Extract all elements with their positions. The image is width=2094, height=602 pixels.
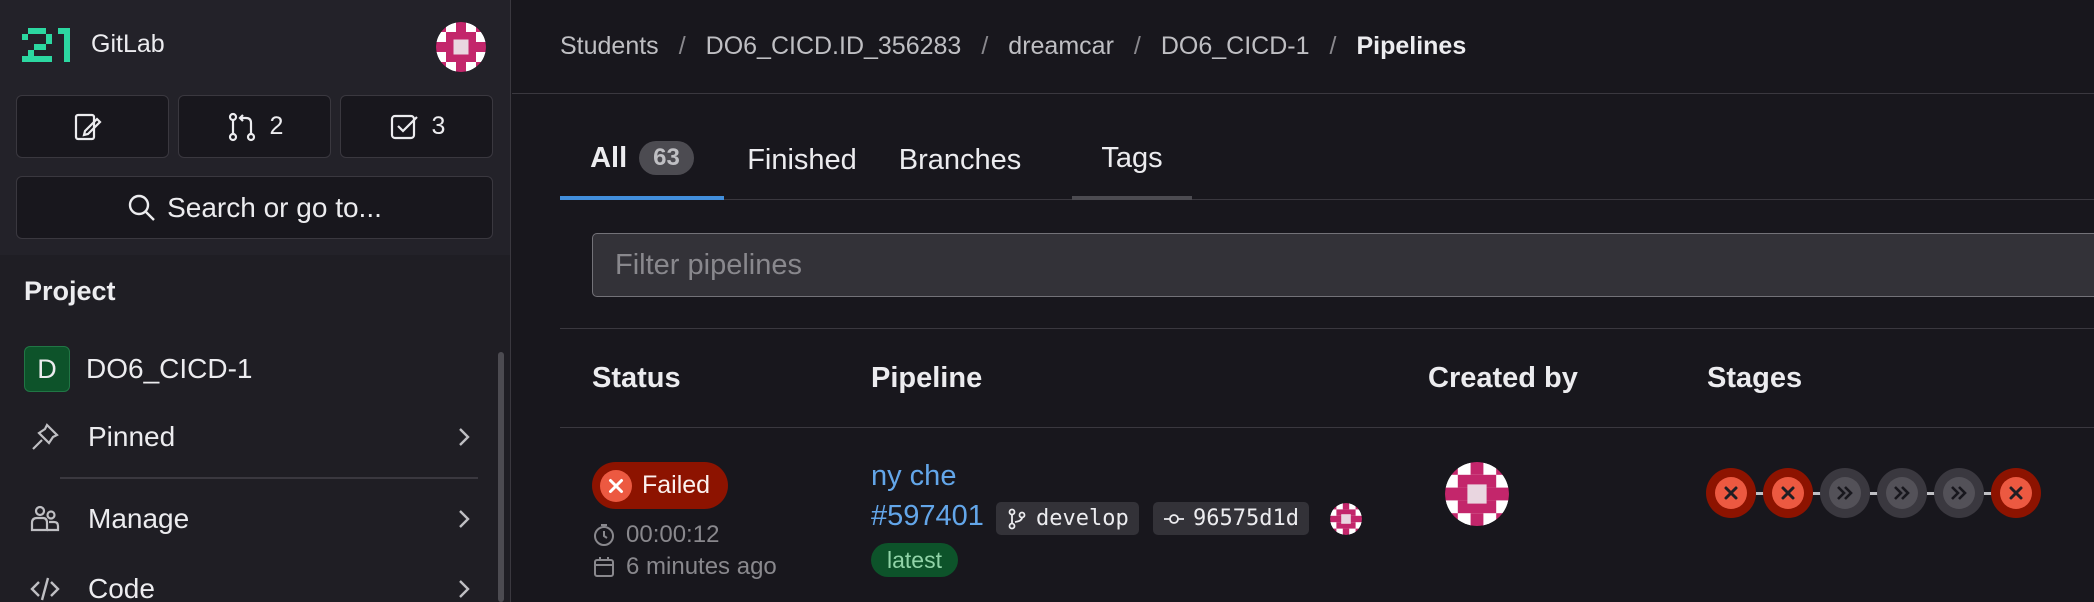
skipped-icon	[1837, 486, 1853, 500]
table-divider	[560, 427, 2094, 428]
merge-requests-count: 2	[269, 112, 284, 140]
code-icon	[24, 568, 66, 602]
branch-name: develop	[1036, 506, 1129, 531]
breadcrumb-item[interactable]: dreamcar	[1008, 32, 1114, 61]
column-header-pipeline: Pipeline	[871, 362, 983, 394]
failed-icon	[2009, 486, 2023, 500]
created-time-value[interactable]: 6 minutes ago	[626, 553, 777, 581]
users-icon	[24, 498, 66, 540]
commit-icon	[1164, 513, 1184, 524]
user-avatar[interactable]	[436, 22, 486, 72]
timer-icon	[594, 524, 614, 546]
merge-requests-button[interactable]: 2	[178, 95, 331, 158]
merge-request-icon	[228, 112, 255, 141]
sidebar-item-code[interactable]: Code	[16, 561, 486, 602]
failed-status-icon	[600, 469, 632, 502]
commit-sha-chip[interactable]: 96575d1d	[1153, 502, 1309, 535]
brand-name[interactable]: GitLab	[91, 30, 165, 59]
tab-count-badge: 63	[639, 141, 694, 175]
search-button[interactable]: Search or go to...	[16, 176, 493, 239]
column-header-status: Status	[592, 362, 681, 394]
pipeline-duration: 00:00:12	[592, 521, 719, 549]
todos-button[interactable]: 3	[340, 95, 493, 158]
failed-icon	[1781, 486, 1795, 500]
breadcrumb: Students / DO6_CICD.ID_356283 / dreamcar…	[560, 32, 1466, 61]
stage-skipped[interactable]	[1877, 468, 1927, 518]
chevron-right-icon	[459, 580, 470, 598]
sidebar-scrollbar[interactable]	[498, 352, 504, 602]
issues-button[interactable]	[16, 95, 169, 158]
pipeline-id-link[interactable]: #597401	[871, 500, 984, 533]
status-badge-failed[interactable]: Failed	[592, 462, 729, 509]
project-avatar: D	[24, 346, 70, 392]
breadcrumb-separator: /	[678, 32, 686, 60]
sidebar-item-label: Manage	[88, 503, 190, 534]
tab-label: Finished	[747, 143, 857, 176]
stage-failed[interactable]	[1763, 468, 1813, 518]
sidebar-item-pinned[interactable]: Pinned	[16, 409, 486, 465]
skipped-icon	[1951, 486, 1967, 500]
creator-avatar[interactable]	[1445, 462, 1509, 526]
chevron-right-icon	[459, 428, 470, 446]
tab-finished[interactable]: Finished	[724, 120, 880, 200]
filter-pipelines-input[interactable]	[592, 233, 2094, 297]
tab-label: All	[590, 141, 628, 174]
sidebar-item-label: Code	[88, 573, 155, 602]
column-header-created-by: Created by	[1428, 362, 1578, 394]
tab-label: Branches	[898, 143, 1022, 176]
pipeline-commit-title-link[interactable]: ny che	[871, 460, 956, 493]
sidebar-item-project[interactable]: D DO6_CICD-1	[16, 341, 486, 397]
todos-count: 3	[431, 112, 446, 140]
thumbtack-icon	[24, 416, 66, 458]
breadcrumb-separator: /	[981, 32, 989, 60]
branch-icon	[1008, 508, 1026, 529]
issues-edit-icon	[74, 113, 102, 140]
pipeline-created-time: 6 minutes ago	[592, 553, 777, 581]
breadcrumb-current[interactable]: Pipelines	[1356, 32, 1466, 61]
breadcrumb-item[interactable]: Students	[560, 32, 659, 61]
tab-all[interactable]: All 63	[560, 120, 724, 200]
duration-value: 00:00:12	[626, 521, 720, 548]
skipped-icon	[1894, 486, 1910, 500]
latest-badge: latest	[871, 543, 958, 577]
failed-icon	[1724, 486, 1738, 500]
sidebar-item-manage[interactable]: Manage	[16, 491, 486, 547]
search-icon	[128, 194, 155, 221]
tab-label: Tags	[1101, 141, 1163, 174]
commit-author-avatar[interactable]	[1330, 503, 1362, 535]
breadcrumb-item[interactable]: DO6_CICD-1	[1161, 32, 1310, 61]
todo-check-icon	[390, 114, 418, 139]
top-bar: Students / DO6_CICD.ID_356283 / dreamcar…	[512, 0, 2094, 94]
breadcrumb-separator: /	[1133, 32, 1141, 60]
stage-failed[interactable]	[1991, 468, 2041, 518]
stage-skipped[interactable]	[1820, 468, 1870, 518]
stage-skipped[interactable]	[1934, 468, 1984, 518]
gitlab-logo-icon[interactable]	[22, 26, 72, 66]
branch-ref-chip[interactable]: develop	[996, 502, 1139, 535]
sidebar-item-label: DO6_CICD-1	[86, 353, 253, 384]
commit-sha: 96575d1d	[1193, 506, 1299, 531]
pipeline-tabs: All 63 Finished Branches Tags	[560, 120, 2094, 200]
tab-tags[interactable]: Tags	[1072, 120, 1192, 200]
sidebar-header: GitLab 2 3 Search or go to...	[0, 0, 510, 255]
sidebar: GitLab 2 3 Search or go to... Project D …	[0, 0, 511, 602]
chevron-right-icon	[459, 510, 470, 528]
stage-failed[interactable]	[1706, 468, 1756, 518]
table-divider	[560, 328, 2094, 329]
sidebar-item-label: Pinned	[88, 421, 176, 452]
breadcrumb-separator: /	[1329, 32, 1337, 60]
tab-branches[interactable]: Branches	[880, 120, 1040, 200]
sidebar-divider	[60, 477, 478, 479]
column-header-stages: Stages	[1707, 362, 1803, 394]
section-title-project: Project	[24, 276, 116, 306]
search-label: Search or go to...	[167, 191, 382, 223]
breadcrumb-item[interactable]: DO6_CICD.ID_356283	[706, 32, 962, 61]
status-label: Failed	[642, 471, 711, 499]
calendar-icon	[594, 557, 614, 577]
